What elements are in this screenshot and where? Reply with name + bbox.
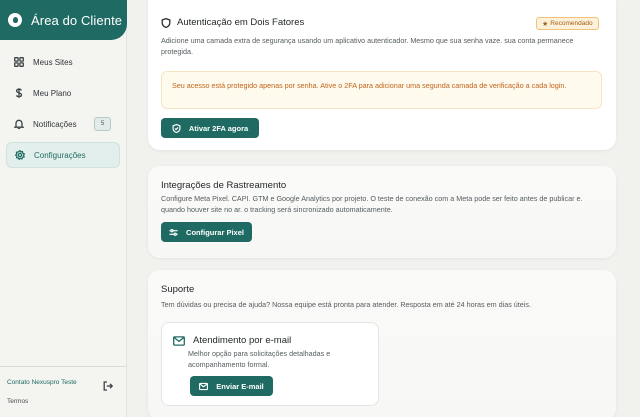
sidebar-divider <box>0 366 127 367</box>
sidebar-item-configuracoes[interactable]: Configurações <box>6 142 120 168</box>
brand-logo-icon <box>8 13 22 27</box>
enable-2fa-button-label: Ativar 2FA agora <box>188 123 249 133</box>
configure-pixel-button-label: Configurar Pixel <box>186 227 244 237</box>
enable-2fa-button[interactable]: Ativar 2FA agora <box>161 118 259 138</box>
support-card: Suporte Tem dúvidas ou precisa de ajuda?… <box>148 270 616 417</box>
sidebar-item-meus-sites[interactable]: Meus Sites <box>6 49 120 75</box>
notification-count-badge: 5 <box>94 117 111 131</box>
tracking-title: Integrações de Rastreamento <box>161 180 287 191</box>
support-description: Tem dúvidas ou precisa de ajuda? Nossa e… <box>161 300 531 309</box>
send-email-button[interactable]: Enviar E-mail <box>190 376 273 396</box>
sidebar-item-label: Meus Sites <box>33 57 73 67</box>
twofa-card: Autenticação em Dois Fatores ★ Recomenda… <box>148 0 616 150</box>
sliders-icon <box>169 228 178 237</box>
send-email-button-label: Enviar E-mail <box>216 381 264 391</box>
tracking-description: Configure Meta Pixel. CAPI. GTM e Google… <box>161 194 583 214</box>
recommended-badge-label: Recomendado <box>550 20 593 27</box>
twofa-title: Autenticação em Dois Fatores <box>177 17 305 28</box>
mail-icon <box>199 382 209 391</box>
sidebar-item-notificacoes[interactable]: Notificações 5 <box>6 111 120 137</box>
bell-icon <box>14 119 24 129</box>
twofa-description: Adicione uma camada extra de segurança u… <box>161 36 574 56</box>
recommended-badge: ★ Recomendado <box>536 17 599 30</box>
support-title: Suporte <box>161 284 195 295</box>
configure-pixel-button[interactable]: Configurar Pixel <box>161 222 252 242</box>
logout-icon[interactable] <box>103 378 114 391</box>
mail-icon <box>173 335 185 346</box>
shield-icon <box>161 17 171 28</box>
sidebar-item-label: Notificações <box>33 119 77 129</box>
sidebar: Área do Cliente Meus Sites Meu Plano Not… <box>0 0 127 417</box>
email-support-title: Atendimento por e-mail <box>193 335 292 346</box>
contact-link[interactable]: Contato Nexuspro Teste <box>7 379 77 386</box>
tracking-card: Integrações de Rastreamento Configure Me… <box>148 166 616 258</box>
gear-icon <box>15 150 25 160</box>
sidebar-nav: Meus Sites Meu Plano Notificações 5 Conf… <box>6 49 120 173</box>
email-support-description: Melhor opção para solicitações detalhada… <box>188 349 331 369</box>
sidebar-item-label: Configurações <box>34 150 86 160</box>
email-support-box: Atendimento por e-mail Melhor opção para… <box>161 322 379 406</box>
star-icon: ★ <box>542 20 549 28</box>
sidebar-item-meu-plano[interactable]: Meu Plano <box>6 80 120 106</box>
shield-icon <box>172 123 181 133</box>
terms-link[interactable]: Termos <box>7 398 28 405</box>
twofa-heading: Autenticação em Dois Fatores <box>161 17 304 28</box>
email-support-heading: Atendimento por e-mail <box>173 335 291 346</box>
grid-icon <box>14 57 24 67</box>
twofa-warning: Seu acesso está protegido apenas por sen… <box>161 71 602 109</box>
sidebar-item-label: Meu Plano <box>33 88 72 98</box>
brand-title: Área do Cliente <box>31 12 123 28</box>
brand-header: Área do Cliente <box>0 0 127 40</box>
dollar-icon <box>14 88 24 98</box>
